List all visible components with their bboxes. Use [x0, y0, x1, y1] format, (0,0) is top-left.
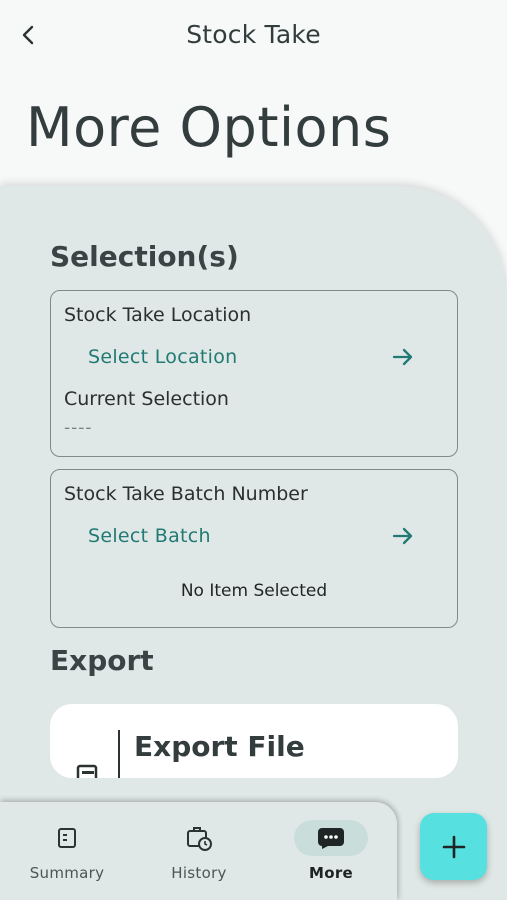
nav-item-more[interactable]: More: [271, 820, 391, 894]
plus-icon: [442, 835, 465, 858]
batch-card-label: Stock Take Batch Number: [64, 483, 308, 505]
top-app-bar: Stock Take: [0, 0, 507, 72]
export-divider: [118, 730, 120, 778]
current-selection-value: ----: [64, 418, 93, 438]
nav-item-summary[interactable]: Summary: [7, 820, 127, 894]
select-location-button[interactable]: Select Location: [64, 337, 444, 377]
add-button[interactable]: [420, 813, 487, 880]
location-card-label: Stock Take Location: [64, 304, 252, 326]
select-batch-button[interactable]: Select Batch: [64, 516, 444, 556]
select-location-text: Select Location: [88, 346, 238, 368]
batch-card: Stock Take Batch Number Select Batch No …: [50, 469, 458, 628]
location-card: Stock Take Location Select Location Curr…: [50, 290, 458, 457]
page-title: More Options: [26, 96, 392, 159]
arrow-right-icon: [392, 527, 413, 545]
history-icon: [187, 827, 212, 851]
select-batch-text: Select Batch: [88, 525, 211, 547]
file-export-icon: [76, 764, 98, 778]
nav-label-more: More: [308, 864, 353, 882]
nav-item-history[interactable]: History: [139, 820, 259, 894]
more-icon: [318, 828, 344, 849]
nav-label-summary: Summary: [29, 864, 105, 882]
export-file-label: Export File: [134, 730, 305, 763]
active-indicator: [294, 820, 368, 856]
summary-icon: [58, 828, 76, 848]
app-bar-title: Stock Take: [186, 20, 321, 49]
selections-heading: Selection(s): [50, 240, 239, 273]
export-file-button[interactable]: Export File: [50, 704, 458, 778]
batch-status-text: No Item Selected: [180, 581, 328, 601]
bottom-navigation: Summary History More: [0, 802, 397, 900]
nav-label-history: History: [171, 864, 227, 882]
current-selection-label: Current Selection: [64, 388, 229, 410]
arrow-right-icon: [392, 348, 413, 366]
export-heading: Export: [50, 644, 154, 677]
